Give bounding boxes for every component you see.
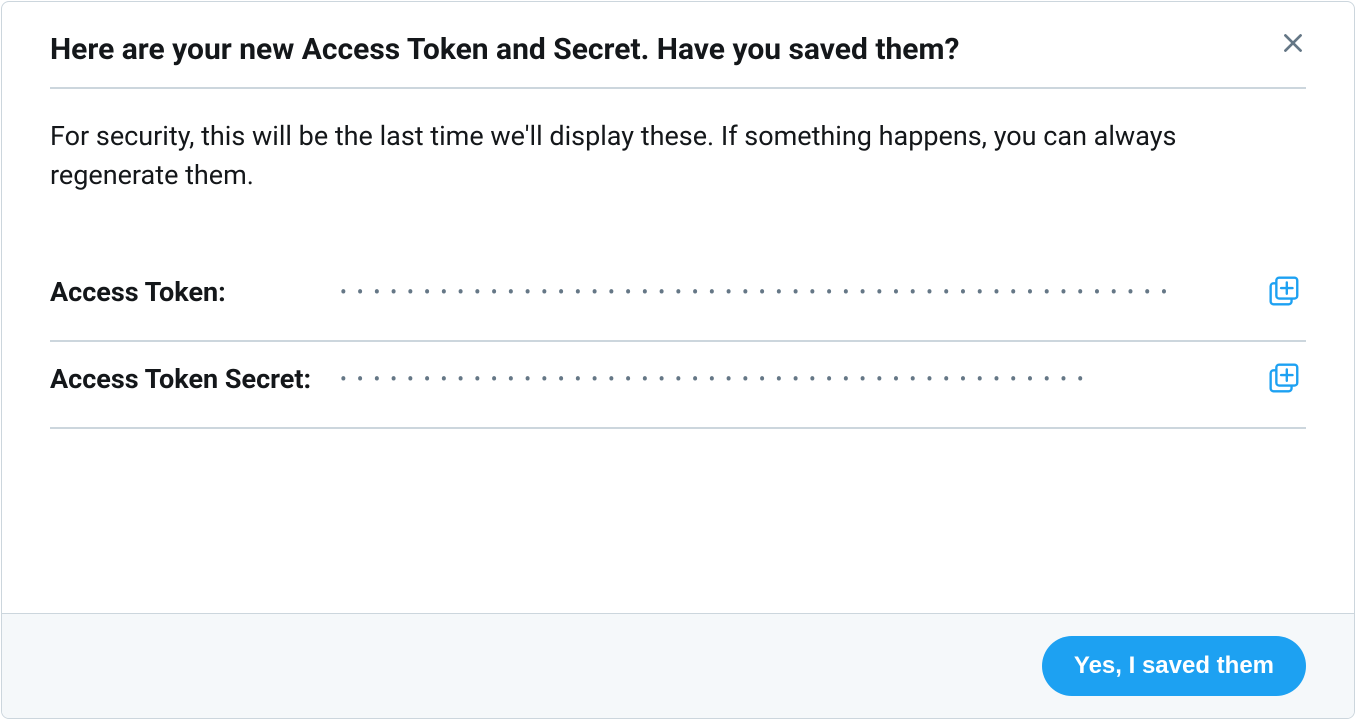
close-button[interactable] (1276, 26, 1310, 63)
copy-icon (1264, 271, 1302, 312)
access-token-label: Access Token: (50, 274, 340, 310)
dialog-header: Here are your new Access Token and Secre… (50, 30, 1306, 69)
access-token-secret-row: Access Token Secret: •••••••••••••••••••… (50, 342, 1306, 427)
dialog-body: Here are your new Access Token and Secre… (2, 2, 1354, 613)
copy-access-token-secret-button[interactable] (1260, 354, 1306, 403)
access-token-value: ••••••••••••••••••••••••••••••••••••••••… (340, 280, 1260, 304)
row-divider (50, 427, 1306, 429)
header-divider (50, 87, 1306, 89)
access-token-dialog: Here are your new Access Token and Secre… (1, 1, 1355, 719)
close-icon (1280, 30, 1306, 59)
dialog-footer: Yes, I saved them (2, 613, 1354, 718)
access-token-row: Access Token: ••••••••••••••••••••••••••… (50, 255, 1306, 340)
dialog-title: Here are your new Access Token and Secre… (50, 30, 959, 69)
confirm-saved-button[interactable]: Yes, I saved them (1042, 636, 1306, 696)
access-token-secret-value: ••••••••••••••••••••••••••••••••••••••••… (340, 367, 1260, 391)
dialog-description: For security, this will be the last time… (50, 117, 1306, 195)
copy-access-token-button[interactable] (1260, 267, 1306, 316)
copy-icon (1264, 358, 1302, 399)
access-token-secret-label: Access Token Secret: (50, 361, 340, 397)
